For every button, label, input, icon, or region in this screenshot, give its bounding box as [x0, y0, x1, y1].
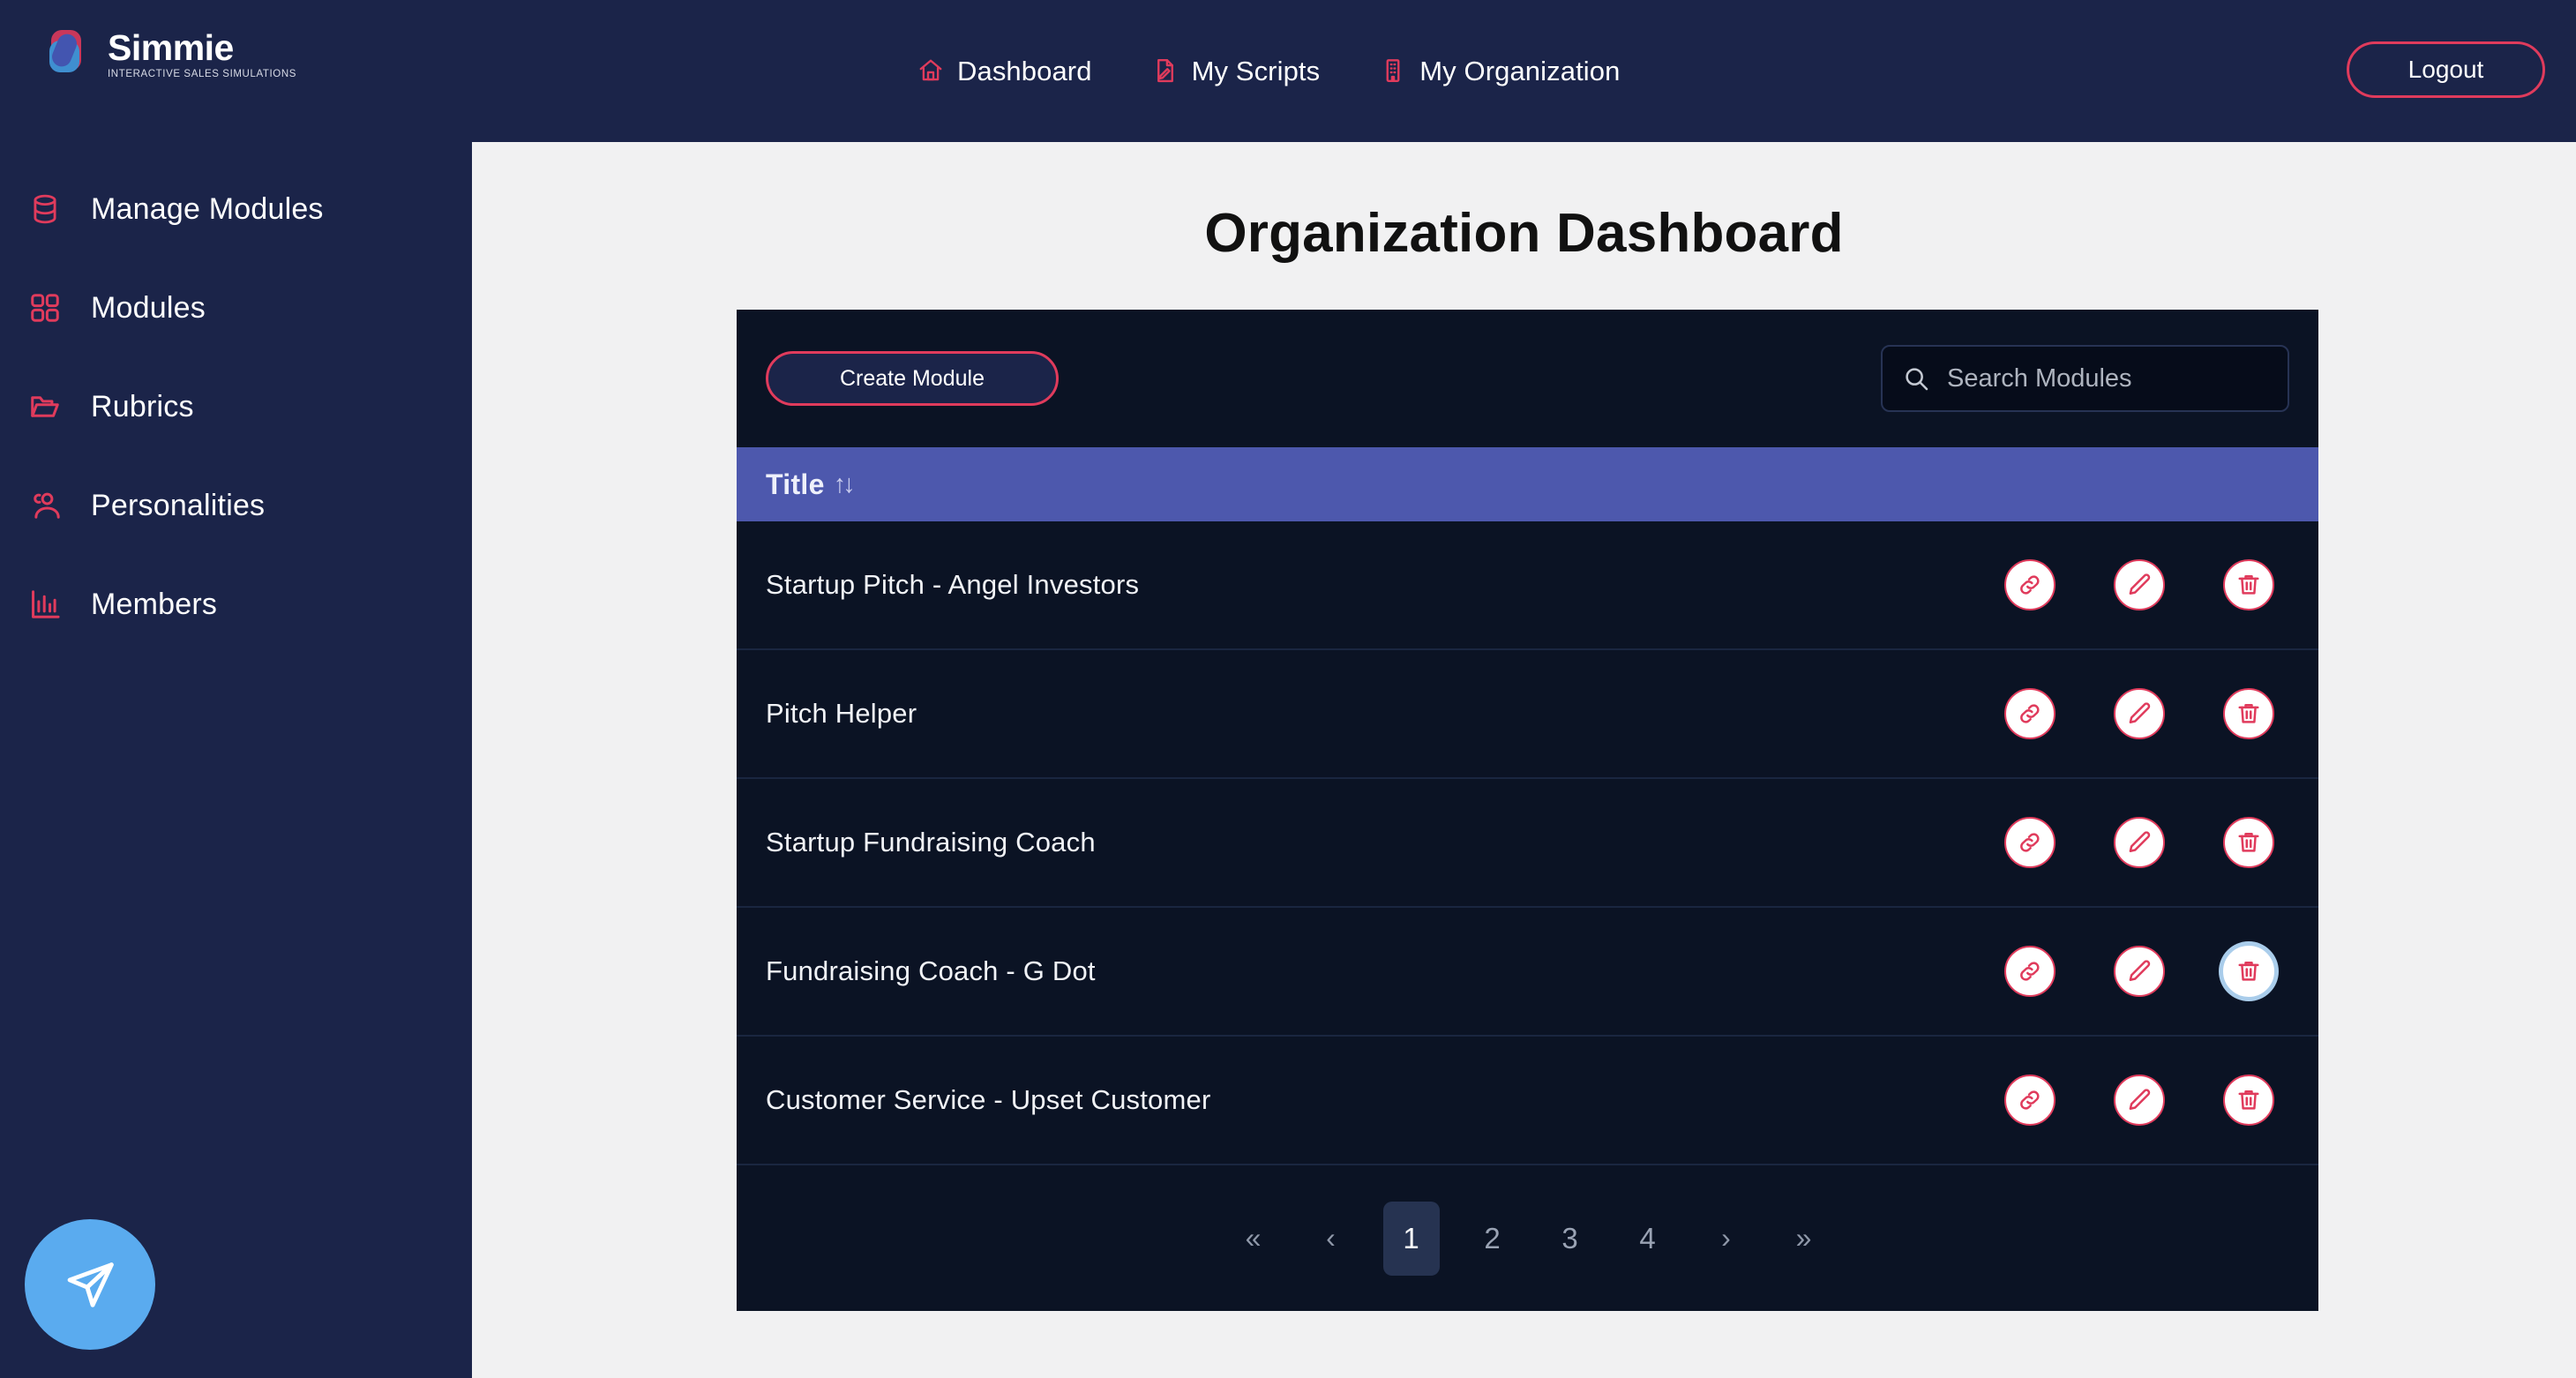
edit-button[interactable] [2114, 946, 2165, 997]
row-title: Pitch Helper [766, 698, 917, 729]
column-header-title[interactable]: Title ↑↓ [766, 468, 856, 501]
nav-item-my-scripts[interactable]: My Scripts [1152, 56, 1321, 87]
pagination-last[interactable]: » [1778, 1214, 1828, 1263]
pagination-next[interactable]: › [1701, 1214, 1750, 1263]
row-actions [2004, 688, 2295, 739]
pagination-first[interactable]: « [1228, 1214, 1277, 1263]
edit-button[interactable] [2114, 1075, 2165, 1126]
folder-open-icon [28, 390, 62, 423]
sidebar-label-manage-modules: Manage Modules [91, 191, 324, 226]
delete-button[interactable] [2223, 817, 2274, 868]
search-input[interactable] [1947, 363, 2280, 393]
search-box[interactable] [1881, 345, 2289, 412]
table-header-row: Title ↑↓ [737, 447, 2318, 521]
sidebar-item-members[interactable]: Members [0, 555, 472, 654]
users-icon [28, 489, 62, 522]
top-bar: Simmie INTERACTIVE SALES SIMULATIONS Das… [0, 0, 2576, 142]
table-row[interactable]: Fundraising Coach - G Dot [737, 908, 2318, 1037]
nav-label-my-scripts: My Scripts [1191, 55, 1321, 86]
sidebar-item-personalities[interactable]: Personalities [0, 456, 472, 555]
nav-label-my-organization: My Organization [1419, 55, 1621, 86]
table-row[interactable]: Startup Fundraising Coach [737, 779, 2318, 908]
table-row[interactable]: Startup Pitch - Angel Investors [737, 521, 2318, 650]
pagination: « ‹ 1 2 3 4 › » [737, 1165, 2318, 1311]
brand-logo[interactable]: Simmie INTERACTIVE SALES SIMULATIONS [46, 26, 296, 80]
column-header-title-label: Title [766, 468, 825, 500]
document-pen-icon [1152, 57, 1179, 86]
grid-icon [28, 291, 62, 325]
brand-name: Simmie [108, 27, 234, 68]
delete-button[interactable] [2223, 946, 2274, 997]
sidebar-label-rubrics: Rubrics [91, 389, 194, 423]
edit-button[interactable] [2114, 688, 2165, 739]
bar-chart-icon [28, 588, 62, 621]
row-actions [2004, 1075, 2295, 1126]
send-message-fab[interactable] [25, 1219, 155, 1350]
home-icon [917, 57, 944, 86]
row-title: Startup Fundraising Coach [766, 827, 1096, 858]
link-button[interactable] [2004, 817, 2056, 868]
nav-item-dashboard[interactable]: Dashboard [917, 56, 1092, 87]
row-title: Fundraising Coach - G Dot [766, 955, 1096, 986]
main-navigation: Dashboard My Scripts My Organization [917, 0, 1620, 142]
row-actions [2004, 817, 2295, 868]
edit-button[interactable] [2114, 559, 2165, 610]
pagination-page-4[interactable]: 4 [1623, 1214, 1673, 1263]
sidebar-label-members: Members [91, 587, 218, 621]
delete-button[interactable] [2223, 559, 2274, 610]
row-title: Customer Service - Upset Customer [766, 1084, 1211, 1115]
simmie-logo-icon [46, 26, 95, 76]
delete-button[interactable] [2223, 1075, 2274, 1126]
pagination-page-2[interactable]: 2 [1468, 1214, 1517, 1263]
row-title: Startup Pitch - Angel Investors [766, 569, 1140, 600]
logout-button[interactable]: Logout [2347, 41, 2545, 98]
send-icon [60, 1254, 120, 1314]
card-toolbar: Create Module [737, 310, 2318, 447]
modules-card: Create Module Title ↑↓ Startup Pitch - A… [737, 310, 2318, 1311]
sidebar: Manage Modules Modules Rubrics Personali… [0, 142, 472, 1378]
pagination-page-3[interactable]: 3 [1546, 1214, 1595, 1263]
pagination-prev[interactable]: ‹ [1306, 1214, 1355, 1263]
building-icon [1380, 57, 1406, 86]
link-button[interactable] [2004, 1075, 2056, 1126]
table-body: Startup Pitch - Angel Investors Pitch He… [737, 521, 2318, 1165]
search-icon [1902, 364, 1930, 393]
row-actions [2004, 559, 2295, 610]
nav-label-dashboard: Dashboard [957, 55, 1092, 86]
table-row[interactable]: Customer Service - Upset Customer [737, 1037, 2318, 1165]
delete-button[interactable] [2223, 688, 2274, 739]
link-button[interactable] [2004, 559, 2056, 610]
table-row[interactable]: Pitch Helper [737, 650, 2318, 779]
create-module-button[interactable]: Create Module [766, 351, 1059, 406]
link-button[interactable] [2004, 688, 2056, 739]
edit-button[interactable] [2114, 817, 2165, 868]
sidebar-item-modules[interactable]: Modules [0, 258, 472, 357]
content-area: Organization Dashboard Create Module Tit… [472, 142, 2576, 1378]
sidebar-item-manage-modules[interactable]: Manage Modules [0, 160, 472, 258]
link-button[interactable] [2004, 946, 2056, 997]
sort-toggle-icon[interactable]: ↑↓ [834, 470, 856, 499]
database-icon [28, 192, 62, 226]
page-title: Organization Dashboard [1204, 203, 1844, 264]
brand-tagline: INTERACTIVE SALES SIMULATIONS [108, 69, 297, 79]
sidebar-label-modules: Modules [91, 290, 206, 325]
nav-item-my-organization[interactable]: My Organization [1380, 56, 1620, 87]
sidebar-item-rubrics[interactable]: Rubrics [0, 357, 472, 456]
row-actions [2004, 946, 2295, 997]
pagination-page-1[interactable]: 1 [1382, 1201, 1440, 1276]
sidebar-label-personalities: Personalities [91, 488, 266, 522]
